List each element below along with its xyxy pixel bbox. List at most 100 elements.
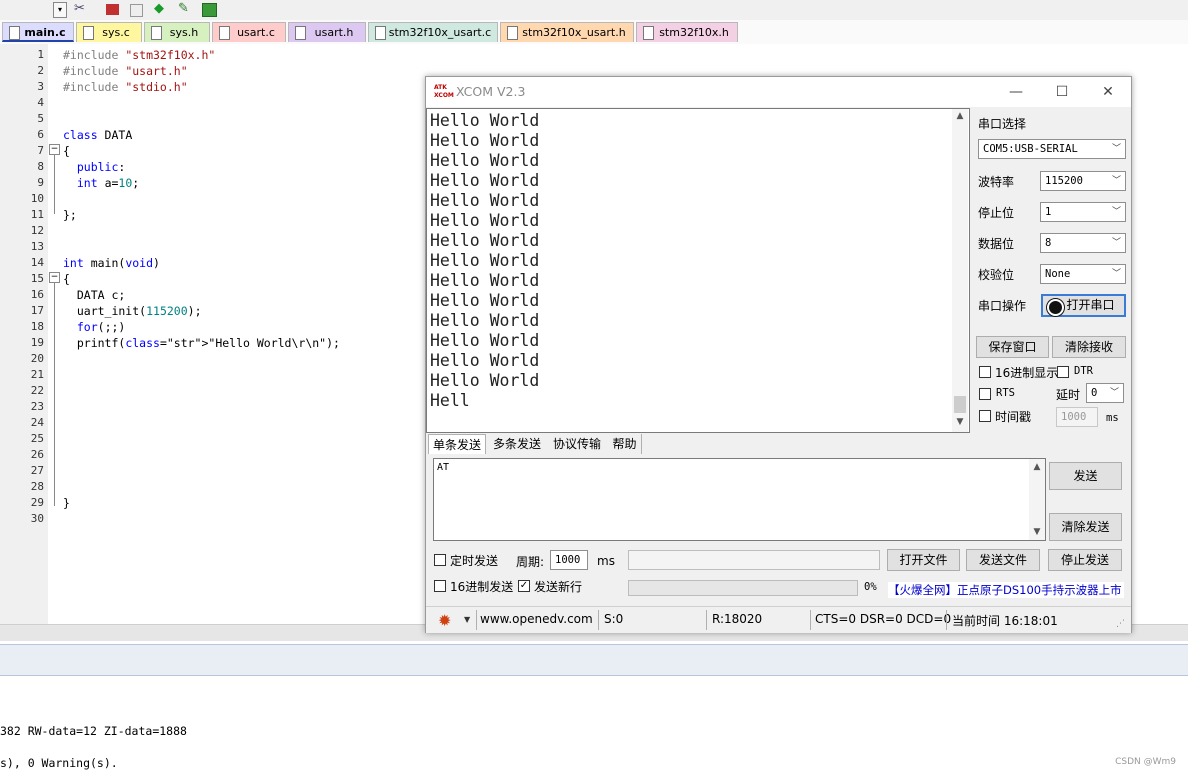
period-field[interactable]: 1000 bbox=[550, 550, 588, 570]
status-separator bbox=[598, 610, 599, 630]
hex-display-label: 16进制显示 bbox=[995, 366, 1059, 380]
receive-scrollbar[interactable]: ▲ ▼ bbox=[952, 109, 968, 432]
modem-lines-status: CTS=0 DSR=0 DCD=0 bbox=[815, 612, 952, 626]
send-button[interactable]: 发送 bbox=[1049, 462, 1122, 490]
cube-icon[interactable] bbox=[202, 3, 217, 17]
chevron-down-icon[interactable]: ▼ bbox=[464, 615, 470, 624]
tab-protocol[interactable]: 协议传输 bbox=[548, 434, 606, 454]
chevron-down-icon: ﹀ bbox=[1111, 144, 1121, 154]
timestamp-field[interactable]: 1000 bbox=[1056, 407, 1098, 427]
dtr-label: DTR bbox=[1074, 365, 1093, 377]
build-icon[interactable]: ✎ bbox=[178, 2, 192, 16]
stopbits-select[interactable]: 1 ﹀ bbox=[1040, 202, 1126, 222]
hex-display-checkbox[interactable] bbox=[979, 366, 991, 378]
newline-checkbox[interactable]: ✓ bbox=[518, 580, 530, 592]
clear-receive-button[interactable]: 清除接收 bbox=[1052, 336, 1126, 358]
tab-stm32f10x-usart-c[interactable]: stm32f10x_usart.c bbox=[368, 22, 498, 42]
tab-sys-h[interactable]: sys.h bbox=[144, 22, 210, 42]
scroll-down-icon[interactable]: ▼ bbox=[952, 417, 968, 427]
line-number: 11 bbox=[30, 208, 44, 221]
received-line: Hello World bbox=[430, 191, 540, 210]
output-panel-header bbox=[0, 644, 1188, 676]
wrench-icon[interactable]: ✂ bbox=[74, 2, 88, 16]
maximize-icon[interactable]: ☐ bbox=[1052, 82, 1072, 102]
resize-grip-icon[interactable]: ⋰ bbox=[1116, 619, 1125, 629]
bookmark-icon[interactable] bbox=[130, 4, 143, 17]
received-count: R:18020 bbox=[712, 612, 763, 626]
port-select[interactable]: COM5:USB-SERIAL ﹀ bbox=[978, 139, 1126, 159]
dtr-checkbox[interactable] bbox=[1057, 366, 1069, 378]
sent-count: S:0 bbox=[604, 612, 624, 626]
tab-usart-c[interactable]: usart.c bbox=[212, 22, 286, 42]
scroll-thumb[interactable] bbox=[954, 396, 966, 413]
receive-area[interactable]: Hello World Hello World Hello World Hello W… bbox=[426, 108, 970, 433]
tab-usart-h[interactable]: usart.h bbox=[288, 22, 366, 42]
timestamp-checkbox[interactable] bbox=[979, 410, 991, 422]
received-line: Hello World bbox=[430, 331, 540, 350]
tab-main-c[interactable]: main.c bbox=[2, 22, 74, 42]
period-unit: ms bbox=[597, 554, 615, 568]
website-link[interactable]: www.openedv.com bbox=[480, 612, 593, 626]
ms-label: ms bbox=[1106, 412, 1119, 424]
code-line: for(;;) bbox=[76, 320, 126, 334]
stop-send-button[interactable]: 停止发送 bbox=[1048, 549, 1122, 571]
code-line: public: bbox=[76, 160, 126, 174]
tab-multi-send[interactable]: 多条发送 bbox=[488, 434, 546, 454]
received-line: Hello World bbox=[430, 271, 540, 290]
delay-select[interactable]: 0 ﹀ bbox=[1086, 383, 1124, 403]
line-number: 19 bbox=[30, 336, 44, 349]
send-text-area[interactable]: AT ▲ ▼ bbox=[433, 458, 1046, 541]
scroll-down-icon[interactable]: ▼ bbox=[1029, 527, 1045, 537]
line-number: 10 bbox=[30, 192, 44, 205]
status-separator bbox=[810, 610, 811, 630]
chevron-down-icon: ﹀ bbox=[1111, 207, 1121, 217]
baud-label: 波特率 bbox=[978, 175, 1015, 189]
component-icon[interactable] bbox=[106, 4, 119, 15]
timestamp-label: 时间戳 bbox=[995, 410, 1032, 424]
line-number: 22 bbox=[30, 384, 44, 397]
save-window-button[interactable]: 保存窗口 bbox=[976, 336, 1049, 358]
received-line: Hello World bbox=[430, 131, 540, 150]
line-number: 25 bbox=[30, 432, 44, 445]
scroll-up-icon[interactable]: ▲ bbox=[1029, 462, 1045, 472]
tab-stm32f10x-h[interactable]: stm32f10x.h bbox=[636, 22, 738, 42]
xcom-title-bar[interactable]: ATK XCOM XCOM V2.3 — ☐ ✕ bbox=[426, 77, 1131, 107]
hex-send-checkbox[interactable] bbox=[434, 580, 446, 592]
send-scrollbar[interactable]: ▲ ▼ bbox=[1029, 459, 1045, 540]
file-path-field[interactable] bbox=[628, 550, 880, 570]
timed-send-label: 定时发送 bbox=[450, 554, 499, 568]
received-line: Hello World bbox=[430, 231, 540, 250]
progress-percent: 0% bbox=[864, 581, 877, 593]
xcom-logo-icon: ATK XCOM bbox=[434, 84, 454, 99]
line-number: 9 bbox=[37, 176, 44, 189]
tab-single-send[interactable]: 单条发送 bbox=[428, 434, 486, 454]
dropdown-icon[interactable]: ▾ bbox=[53, 2, 67, 18]
open-file-button[interactable]: 打开文件 bbox=[887, 549, 960, 571]
line-number: 18 bbox=[30, 320, 44, 333]
open-port-button[interactable]: 打开串口 bbox=[1041, 294, 1126, 317]
timed-send-checkbox[interactable] bbox=[434, 554, 446, 566]
tab-stm32f10x-usart-h[interactable]: stm32f10x_usart.h bbox=[500, 22, 634, 42]
line-number: 27 bbox=[30, 464, 44, 477]
status-separator bbox=[476, 610, 477, 630]
scroll-up-icon[interactable]: ▲ bbox=[952, 111, 968, 121]
tab-sys-c[interactable]: sys.c bbox=[76, 22, 142, 42]
send-file-button[interactable]: 发送文件 bbox=[966, 549, 1040, 571]
received-line: Hello World bbox=[430, 171, 540, 190]
close-icon[interactable]: ✕ bbox=[1098, 82, 1118, 102]
diamond-icon[interactable]: ◆ bbox=[154, 2, 168, 16]
line-number: 17 bbox=[30, 304, 44, 317]
tab-help[interactable]: 帮助 bbox=[608, 434, 642, 454]
settings-gear-icon[interactable]: ✹ bbox=[438, 611, 451, 630]
databits-select[interactable]: 8 ﹀ bbox=[1040, 233, 1126, 253]
clear-send-button[interactable]: 清除发送 bbox=[1049, 513, 1122, 541]
rts-checkbox[interactable] bbox=[979, 388, 991, 400]
port-status-icon bbox=[1047, 299, 1064, 316]
baud-select[interactable]: 115200 ﹀ bbox=[1040, 171, 1126, 191]
build-output-line: s), 0 Warning(s). bbox=[0, 756, 118, 770]
minimize-icon[interactable]: — bbox=[1006, 82, 1026, 102]
promo-link[interactable]: 【火爆全网】正点原子DS100手持示波器上市 bbox=[888, 582, 1124, 598]
parity-select[interactable]: None ﹀ bbox=[1040, 264, 1126, 284]
received-line: Hello World bbox=[430, 211, 540, 230]
fold-column: − − bbox=[48, 44, 62, 624]
